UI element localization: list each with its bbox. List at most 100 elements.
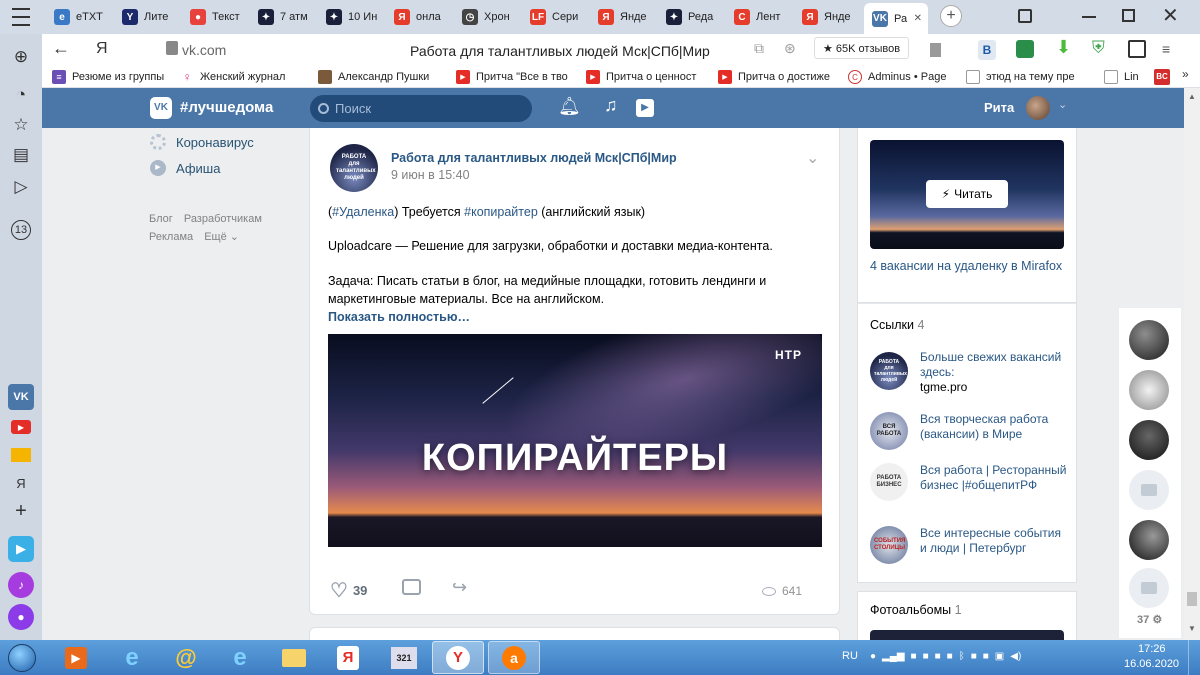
scroll-thumb[interactable]	[1187, 592, 1197, 606]
share-icon[interactable]: ↪	[452, 577, 467, 598]
friend-avatar[interactable]	[1129, 370, 1169, 410]
bookmark-item[interactable]: ▶ Притча о достиже	[718, 69, 830, 85]
left-menu-item-coronavirus[interactable]: Коронавирус	[150, 134, 254, 150]
yandex-browser-taskbar-icon[interactable]: Y	[432, 641, 484, 674]
video-icon[interactable]: ▷	[8, 174, 34, 200]
yandex-taskbar-icon[interactable]: Я	[324, 641, 372, 674]
post-date[interactable]: 9 июн в 15:40	[391, 168, 470, 182]
albums-title[interactable]: Фотоальбомы 1	[870, 603, 962, 617]
browser-tab[interactable]: C Лент	[726, 4, 796, 30]
friend-avatar-placeholder[interactable]	[1129, 568, 1169, 608]
media-321-icon[interactable]: 321	[380, 641, 428, 674]
reviews-badge[interactable]: ★ 65K отзывов	[814, 37, 910, 59]
explorer-folder-icon[interactable]	[270, 641, 318, 674]
browser-tab[interactable]: LF Сери	[522, 4, 590, 30]
extensions-menu-icon[interactable]: ≡	[1162, 41, 1170, 57]
ie-icon[interactable]: e	[216, 641, 264, 674]
bookmark-item[interactable]: ♀ Женский журнал	[180, 69, 285, 85]
media-player-icon[interactable]: ▶	[52, 641, 100, 674]
ext-b-icon[interactable]: В	[978, 40, 996, 60]
footer-link-more[interactable]: Ещё	[204, 231, 227, 243]
scroll-down-icon[interactable]: ▼	[1188, 624, 1196, 633]
browser-tab[interactable]: e eTXT	[46, 4, 116, 30]
ext-green-circle-icon[interactable]	[1016, 40, 1034, 58]
zen-sidebar-icon[interactable]: ▶	[8, 536, 34, 562]
start-button[interactable]	[2, 641, 42, 674]
browser-tab[interactable]: ✦ 10 Ин	[318, 4, 386, 30]
menu-icon[interactable]	[12, 8, 30, 26]
collections-icon[interactable]: ▤	[8, 142, 34, 168]
new-tab-button[interactable]: +	[940, 5, 962, 27]
browser-tab[interactable]: ◷ Хрон	[454, 4, 522, 30]
more-bookmarks-icon[interactable]: »	[1182, 67, 1189, 81]
close-window-button[interactable]: ✕	[1162, 3, 1179, 28]
chevron-down-icon[interactable]: ⌄	[1058, 98, 1067, 111]
music-sidebar-icon[interactable]: ♪	[8, 572, 34, 598]
post-image[interactable]: НТР КОПИРАЙТЕРЫ	[328, 334, 822, 547]
browser-tab[interactable]: Y Лите	[114, 4, 184, 30]
show-desktop-button[interactable]	[1188, 640, 1200, 675]
alice-icon[interactable]: ⊕	[8, 44, 34, 70]
browser-tab[interactable]: VK Ра ✕	[864, 3, 928, 34]
bookmark-item[interactable]: Александр Пушки	[318, 69, 429, 85]
vk-brand[interactable]: #лучшедома	[180, 99, 273, 116]
minimize-button[interactable]	[1082, 16, 1096, 18]
left-menu-item-afisha[interactable]: ▶ Афиша	[150, 160, 220, 176]
friends-count[interactable]: 37 ⚙︎	[1137, 613, 1162, 626]
bookmark-item[interactable]: ≡ Резюме из группы	[52, 69, 164, 85]
yandex-logo-icon[interactable]: Я	[96, 40, 108, 58]
avast-icon[interactable]: a	[488, 641, 540, 674]
chevron-down-icon[interactable]: ⌄	[227, 231, 239, 243]
bookmark-icon[interactable]	[930, 43, 941, 57]
mail-at-icon[interactable]: @	[162, 641, 210, 674]
friend-avatar[interactable]	[1129, 420, 1169, 460]
notifications-bell-icon[interactable]: 🔔︎	[558, 96, 581, 117]
show-more-link[interactable]: Показать полностью…	[328, 308, 818, 326]
tab-counter-icon[interactable]: 13	[8, 217, 34, 243]
vk-sidebar-icon[interactable]: VK	[8, 384, 34, 410]
vk-logo-icon[interactable]: VK	[150, 97, 172, 119]
browser-tab[interactable]: Яонла	[386, 4, 454, 30]
footer-link-dev[interactable]: Разработчикам	[184, 213, 262, 225]
add-sidebar-icon[interactable]: +	[8, 498, 34, 524]
translate-icon[interactable]: ⊛	[784, 40, 796, 57]
read-button[interactable]: ⚡︎ Читать	[926, 180, 1008, 208]
clock-date[interactable]: 16.06.2020	[1124, 658, 1179, 670]
post-author-avatar[interactable]: РАБОТА для талантливых людей	[330, 144, 378, 192]
mail-sidebar-icon[interactable]	[8, 442, 34, 468]
youtube-sidebar-icon[interactable]: ▶	[8, 414, 34, 440]
bookmark-item[interactable]: этюд на тему пре	[966, 69, 1075, 85]
hashtag-link[interactable]: #Удаленка	[332, 205, 394, 219]
album-cover[interactable]	[870, 630, 1064, 640]
footer-link-ads[interactable]: Реклама	[149, 231, 193, 243]
shield-icon[interactable]: ⛨	[1092, 38, 1105, 58]
article-title[interactable]: 4 вакансии на удаленку в Mirafox	[870, 258, 1064, 274]
maximize-button[interactable]	[1122, 9, 1135, 22]
tray-icons[interactable]: ● ▂▄▆ ■ ■ ■ ■ ᛒ ■ ■ ▣ ◀)	[870, 651, 1021, 662]
user-avatar[interactable]	[1026, 96, 1050, 120]
bookmark-item[interactable]: C Adminus • Page	[848, 69, 946, 85]
history-icon[interactable]: ◔	[8, 82, 34, 108]
page-scrollbar[interactable]: ▲ ▼	[1184, 88, 1200, 640]
tabs-icon[interactable]	[1018, 9, 1032, 23]
download-icon[interactable]: ⬇	[1056, 37, 1071, 58]
friend-avatar-placeholder[interactable]	[1129, 470, 1169, 510]
like-button[interactable]: ♡ 39	[330, 578, 367, 603]
browser-tab[interactable]: ● Текст	[182, 4, 252, 30]
clock-time[interactable]: 17:26	[1138, 643, 1166, 655]
browser-tab[interactable]: ✦ Реда	[658, 4, 726, 30]
bookmarks-star-icon[interactable]: ☆	[8, 112, 34, 138]
browser-tab[interactable]: Я Янде	[590, 4, 658, 30]
bookmark-item[interactable]: ▶ Притча "Все в тво	[456, 69, 568, 85]
bookmark-item[interactable]: Lin	[1104, 69, 1139, 85]
footer-link-blog[interactable]: Блог	[149, 213, 173, 225]
language-indicator[interactable]: RU	[842, 650, 858, 662]
post-author-name[interactable]: Работа для талантливых людей Мск|СПб|Мир	[391, 151, 677, 165]
bc-ext-icon[interactable]: BC	[1154, 69, 1170, 85]
yandex-sidebar-icon[interactable]: Я	[8, 470, 34, 496]
back-button[interactable]: ←	[52, 38, 70, 59]
friend-avatar[interactable]	[1129, 520, 1169, 560]
ie-icon[interactable]: e	[108, 641, 156, 674]
scroll-up-icon[interactable]: ▲	[1188, 92, 1196, 101]
music-note-icon[interactable]: ♫	[604, 95, 618, 116]
